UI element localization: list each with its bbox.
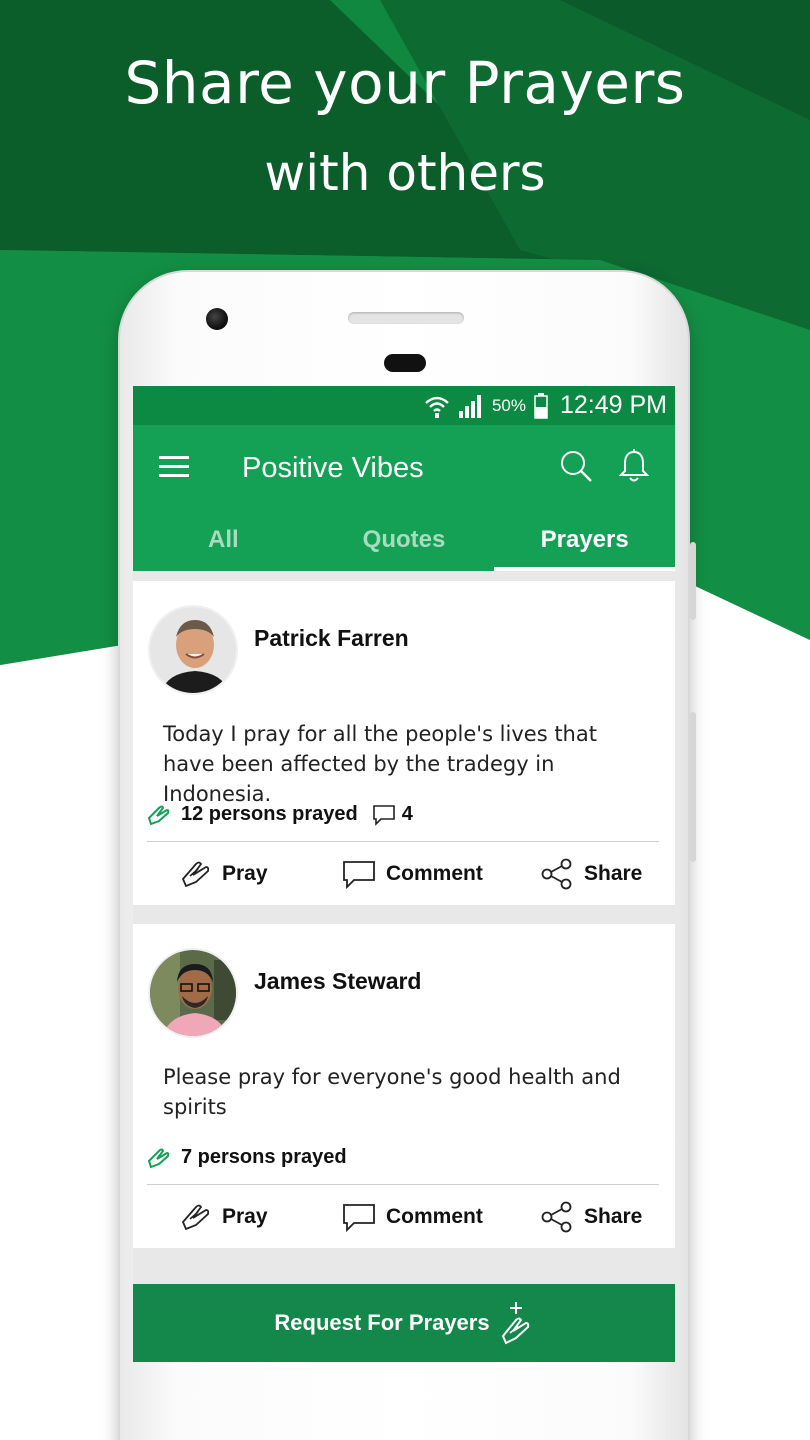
- praying-hands-icon: [147, 805, 170, 825]
- tab-all[interactable]: All: [133, 509, 314, 571]
- headline-line-2: with others: [264, 144, 546, 202]
- post-author-name[interactable]: Patrick Farren: [254, 625, 409, 652]
- comment-label: Comment: [386, 862, 483, 885]
- battery-icon: [534, 392, 548, 419]
- share-button[interactable]: Share: [540, 1187, 642, 1247]
- phone-sensor: [384, 354, 426, 372]
- prayer-post-card: Patrick Farren Today I pray for all the …: [133, 581, 675, 905]
- post-text: Today I pray for all the people's lives …: [163, 722, 597, 806]
- request-prayers-label: Request For Prayers: [274, 1310, 490, 1335]
- tab-prayers[interactable]: Prayers: [494, 509, 675, 571]
- phone-speaker: [348, 312, 464, 324]
- post-text: Please pray for everyone's good health a…: [163, 1065, 621, 1119]
- comment-icon: [343, 1204, 375, 1232]
- app-bar: Positive Vibes: [133, 425, 675, 509]
- card-divider: [147, 1184, 659, 1185]
- share-label: Share: [584, 862, 643, 885]
- post-author-name[interactable]: James Steward: [254, 968, 421, 995]
- share-icon: [541, 858, 572, 890]
- praying-hands-icon: [181, 1204, 210, 1231]
- bell-icon[interactable]: [619, 449, 649, 483]
- phone-frame: 50% 12:49 PM Positive Vibes All Quotes P…: [118, 270, 696, 1440]
- request-prayers-button[interactable]: Request For Prayers: [133, 1284, 675, 1362]
- pray-button[interactable]: Pray: [180, 844, 268, 904]
- share-icon: [541, 1201, 572, 1233]
- prayed-count: 7 persons prayed: [181, 1146, 347, 1168]
- app-screen: 50% 12:49 PM Positive Vibes All Quotes P…: [133, 386, 675, 1362]
- praying-hands-icon: [181, 861, 210, 888]
- signal-icon: [458, 394, 481, 418]
- avatar-image: [150, 950, 236, 1036]
- avatar[interactable]: [148, 605, 238, 695]
- card-divider: [147, 841, 659, 842]
- menu-icon[interactable]: [159, 455, 189, 479]
- comment-button[interactable]: Comment: [342, 844, 483, 904]
- tab-bar: All Quotes Prayers: [133, 509, 675, 571]
- pray-button[interactable]: Pray: [180, 1187, 268, 1247]
- battery-percent: 50%: [491, 395, 526, 415]
- share-button[interactable]: Share: [540, 844, 642, 904]
- status-bar: 50% 12:49 PM: [133, 386, 675, 425]
- avatar[interactable]: [148, 948, 238, 1038]
- comment-count: 4: [401, 803, 413, 825]
- praying-hands-icon: [147, 1148, 170, 1168]
- comment-button[interactable]: Comment: [342, 1187, 483, 1247]
- post-actions: Pray Comment Share: [133, 844, 675, 904]
- prayer-post-card: James Steward Please pray for everyone's…: [133, 924, 675, 1248]
- comment-icon: [343, 861, 375, 889]
- tab-quotes[interactable]: Quotes: [314, 509, 495, 571]
- add-prayer-icon: [501, 1302, 529, 1345]
- headline-line-1: Share your Prayers: [124, 49, 686, 117]
- avatar-image: [150, 607, 236, 693]
- pray-label: Pray: [222, 862, 268, 885]
- status-clock: 12:49 PM: [559, 391, 667, 419]
- post-actions: Pray Comment Share: [133, 1187, 675, 1247]
- share-label: Share: [584, 1205, 643, 1228]
- phone-side-button: [690, 542, 696, 620]
- promo-headline: Share your Prayers with others: [0, 42, 810, 216]
- post-stats: 7 persons prayed: [147, 1146, 347, 1169]
- wifi-icon: [425, 396, 449, 418]
- app-title: Positive Vibes: [242, 452, 424, 484]
- search-icon[interactable]: [559, 449, 593, 483]
- front-camera: [206, 308, 228, 330]
- pray-label: Pray: [222, 1205, 268, 1228]
- phone-volume-button: [690, 712, 696, 862]
- prayed-count: 12 persons prayed: [181, 803, 358, 825]
- comment-label: Comment: [386, 1205, 483, 1228]
- comment-icon: [372, 804, 395, 826]
- post-stats: 12 persons prayed 4: [147, 803, 413, 826]
